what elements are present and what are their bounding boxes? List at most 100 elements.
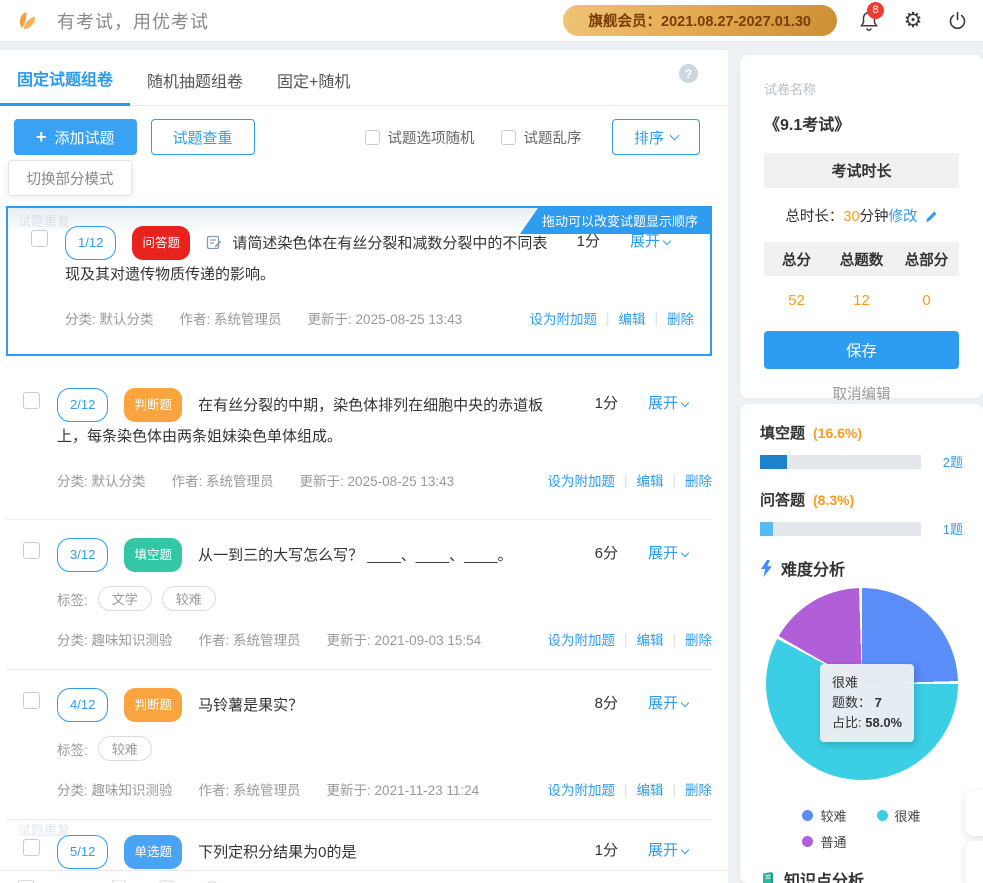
set-additional-link[interactable]: 设为附加题 xyxy=(529,308,597,328)
question-type-badge: 单选题 xyxy=(124,835,182,869)
stat-value-total-score: 52 xyxy=(764,292,829,309)
floating-widget-button[interactable] xyxy=(965,841,983,883)
tab-fixed-plus-random[interactable]: 固定+随机 xyxy=(260,52,367,105)
legend-dot xyxy=(802,810,813,821)
legend-item-hardest[interactable]: 很难 xyxy=(877,806,921,825)
progress-track xyxy=(760,522,921,536)
question-text: 下列定积分结果为0的是 xyxy=(198,844,356,861)
pie-legend: 较难 很难 普通 xyxy=(760,806,963,851)
help-icon[interactable]: ? xyxy=(679,64,698,83)
chevron-down-icon xyxy=(681,699,689,707)
expand-link[interactable]: 展开 xyxy=(630,230,670,251)
question-type-badge: 判断题 xyxy=(124,688,182,722)
cancel-edit-link[interactable]: 取消编辑 xyxy=(764,383,959,404)
progress-track xyxy=(760,455,921,469)
stat-header-total-score: 总分 xyxy=(764,242,829,276)
question-category: 分类: 默认分类 xyxy=(57,470,146,490)
tooltip-ratio: 58.0% xyxy=(865,715,902,730)
bar-label: 填空题 xyxy=(760,422,805,443)
set-additional-link[interactable]: 设为附加题 xyxy=(547,629,615,649)
edit-link[interactable]: 编辑 xyxy=(636,779,663,799)
bar-count-link[interactable]: 1题 xyxy=(931,519,963,538)
delete-link[interactable]: 删除 xyxy=(685,629,712,649)
switch-section-mode-button[interactable]: 切换部分模式 xyxy=(8,160,132,196)
legend-dot xyxy=(877,810,888,821)
header-right: 旗舰会员：2021.08.27-2027.01.30 8 ⚙ xyxy=(563,5,969,36)
difficulty-analysis-heading: 难度分析 xyxy=(760,556,963,580)
settings-button[interactable]: ⚙ xyxy=(901,9,925,33)
pencil-icon[interactable] xyxy=(925,210,938,223)
add-question-button[interactable]: + 添加试题 xyxy=(14,119,137,155)
power-icon xyxy=(948,11,967,30)
notifications-button[interactable]: 8 xyxy=(857,9,881,33)
expand-link[interactable]: 展开 xyxy=(648,542,688,563)
toolbar-checkboxes: 试题选项随机 试题乱序 xyxy=(365,127,582,148)
question-checkbox[interactable] xyxy=(23,839,40,856)
bar-count-link[interactable]: 2题 xyxy=(931,452,963,471)
legend-item-harder[interactable]: 较难 xyxy=(802,806,846,825)
paper-stats-table: 总分 总题数 总部分 52 12 0 xyxy=(764,242,959,309)
expand-link[interactable]: 展开 xyxy=(648,392,688,413)
sort-button[interactable]: 排序 xyxy=(612,119,700,155)
question-text: 从一到三的大写怎么写？ ____、____、____。 xyxy=(198,547,512,564)
question-category: 分类: 默认分类 xyxy=(65,308,154,328)
question-item-1: 1/12 问答题 请简述染色体在有丝分裂和减数分裂中的不同表现及其对遗传物质传递… xyxy=(14,208,694,354)
expand-link[interactable]: 展开 xyxy=(648,692,688,713)
difficulty-chart-area: 很难 题数： 7 占比: 58.0% xyxy=(760,588,963,796)
legend-item-normal[interactable]: 普通 xyxy=(802,832,846,851)
set-additional-link[interactable]: 设为附加题 xyxy=(547,470,615,490)
question-checkbox[interactable] xyxy=(23,392,40,409)
paper-name-label: 试卷名称 xyxy=(764,79,959,98)
progress-fill xyxy=(760,455,787,469)
stat-value-section-count: 0 xyxy=(894,292,959,309)
question-checkbox[interactable] xyxy=(31,230,48,247)
stat-header-section-count: 总部分 xyxy=(894,242,959,276)
paper-name: 《9.1考试》 xyxy=(764,111,959,135)
shuffle-questions-checkbox[interactable]: 试题乱序 xyxy=(501,127,582,148)
question-number-badge: 3/12 xyxy=(57,538,108,572)
duplicate-check-button[interactable]: 试题查重 xyxy=(151,119,255,155)
logout-button[interactable] xyxy=(945,9,969,33)
set-additional-link[interactable]: 设为附加题 xyxy=(547,779,615,799)
chevron-down-icon xyxy=(663,237,671,245)
delete-link[interactable]: 删除 xyxy=(685,779,712,799)
question-item-2: 2/12 判断题 在有丝分裂的中期，染色体排列在细胞中央的赤道板上，每条染色体由… xyxy=(6,370,712,520)
tab-random-questions[interactable]: 随机抽题组卷 xyxy=(130,52,260,105)
question-number-badge: 2/12 xyxy=(57,388,108,422)
question-updated: 更新于: 2021-09-03 15:54 xyxy=(327,629,482,649)
modify-duration-link[interactable]: 修改 xyxy=(889,209,918,225)
question-list: 试题重复 拖动可以改变试题显示顺序 1/12 问答题 xyxy=(0,206,728,869)
stat-value-question-count: 12 xyxy=(829,292,894,309)
chevron-down-icon xyxy=(681,549,689,557)
edit-link[interactable]: 编辑 xyxy=(636,470,663,490)
type-bar-qa: 问答题 (8.3%) 1题 xyxy=(760,489,963,538)
tab-fixed-questions[interactable]: 固定试题组卷 xyxy=(0,50,130,106)
question-updated: 更新于: 2025-08-25 13:43 xyxy=(308,308,463,328)
delete-link[interactable]: 删除 xyxy=(685,470,712,490)
bar-label: 问答题 xyxy=(760,489,805,510)
expand-link[interactable]: 展开 xyxy=(648,839,688,860)
tooltip-label: 很难 xyxy=(832,673,902,693)
question-type-badge: 判断题 xyxy=(124,388,182,422)
question-author: 作者: 系统管理员 xyxy=(199,779,301,799)
delete-link[interactable]: 删除 xyxy=(667,308,694,328)
question-updated: 更新于: 2021-11-23 11:24 xyxy=(327,779,480,799)
floating-widget-button[interactable] xyxy=(965,790,983,836)
membership-badge[interactable]: 旗舰会员：2021.08.27-2027.01.30 xyxy=(563,5,837,36)
tab-bar: 固定试题组卷 随机抽题组卷 固定+随机 ? xyxy=(0,50,728,106)
question-item-3: 3/12 填空题 从一到三的大写怎么写？ ____、____、____。 6分 … xyxy=(6,520,712,670)
bottom-toolbar xyxy=(0,870,728,883)
total-duration-row: 总时长：30分钟修改 xyxy=(764,205,959,226)
edit-link[interactable]: 编辑 xyxy=(618,308,645,328)
bar-percent: (8.3%) xyxy=(813,492,854,508)
random-options-checkbox[interactable]: 试题选项随机 xyxy=(365,127,475,148)
tooltip-count: 7 xyxy=(875,695,882,710)
question-type-badge: 填空题 xyxy=(124,538,182,572)
question-updated: 更新于: 2025-08-25 13:43 xyxy=(300,470,455,490)
question-checkbox[interactable] xyxy=(23,542,40,559)
tag-pill: 较难 xyxy=(98,736,152,761)
question-number-badge: 5/12 xyxy=(57,835,108,869)
edit-link[interactable]: 编辑 xyxy=(636,629,663,649)
save-button[interactable]: 保存 xyxy=(764,331,959,369)
question-checkbox[interactable] xyxy=(23,692,40,709)
